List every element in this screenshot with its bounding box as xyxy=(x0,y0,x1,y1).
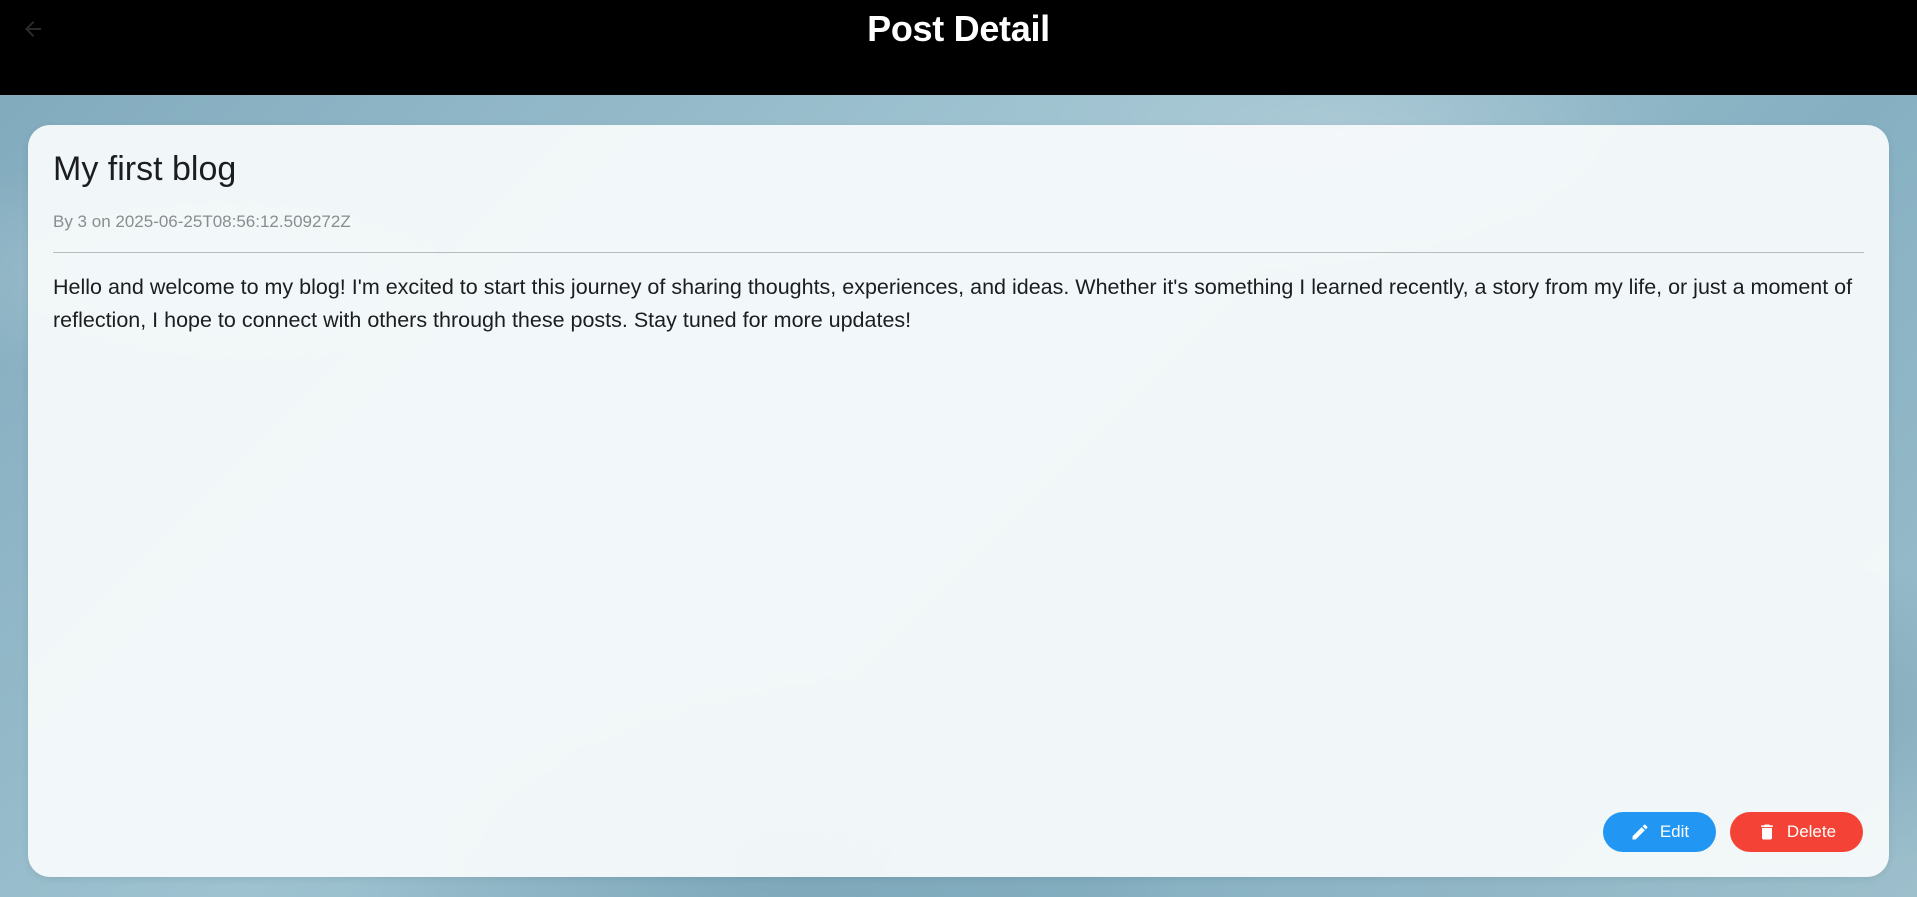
post-meta: By 3 on 2025-06-25T08:56:12.509272Z xyxy=(53,212,351,231)
divider xyxy=(53,252,1864,253)
post-title: My first blog xyxy=(53,150,237,188)
edit-button[interactable]: Edit xyxy=(1603,812,1716,852)
pencil-icon xyxy=(1632,824,1648,840)
delete-button[interactable]: Delete xyxy=(1730,812,1863,852)
edit-button-label: Edit xyxy=(1659,822,1690,841)
post-body: Hello and welcome to my blog! I'm excite… xyxy=(53,275,1853,332)
app-bar: Post Detail xyxy=(0,0,1917,95)
page-title: Post Detail xyxy=(867,8,1050,49)
post-card: My first blog By 3 on 2025-06-25T08:56:1… xyxy=(28,125,1889,877)
trash-icon xyxy=(1761,824,1773,840)
delete-button-label: Delete xyxy=(1786,822,1837,841)
